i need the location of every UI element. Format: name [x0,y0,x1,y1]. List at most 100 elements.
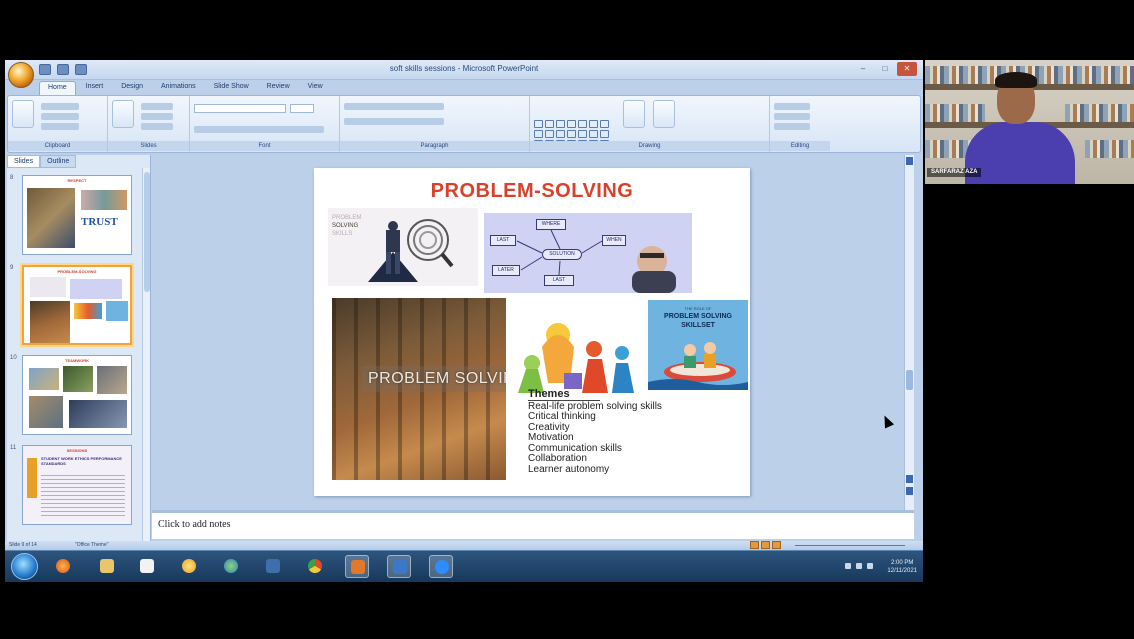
explorer-taskbar-icon[interactable] [95,555,119,578]
font-size-box[interactable] [290,104,315,113]
window-title: soft skills sessions - Microsoft PowerPo… [389,64,539,73]
minimize-button[interactable]: – [853,62,873,76]
office-button[interactable] [8,62,34,88]
paint-taskbar-icon[interactable] [177,555,201,578]
font-group: Font [190,96,340,152]
powerpoint-taskbar-icon[interactable] [345,555,369,578]
pane-tabs: Slides Outline [7,155,150,168]
find-button[interactable] [774,103,810,110]
scroll-up-arrow[interactable] [906,157,913,165]
clock-time: 2:00 PM [891,560,914,566]
thumbnail-title: SESSIONS [66,448,88,453]
select-button[interactable] [774,123,810,130]
scrollbar-thumb[interactable] [906,370,913,390]
slideshow-taskbar-icon[interactable] [387,555,411,578]
new-slide-button[interactable] [112,100,134,128]
editing-group: Editing [770,96,830,152]
slide-show-button[interactable] [772,541,781,549]
layout-button[interactable] [141,103,174,110]
problem-solving-skillset-image[interactable]: THE ROLE OF PROBLEM SOLVING SKILLSET [648,300,748,390]
slide-vertical-scrollbar[interactable] [904,155,914,510]
volume-icon[interactable] [856,563,862,569]
align-buttons[interactable] [344,118,444,125]
slide-editing-area: PROBLEM-SOLVING PROBLEM SOLVING SKILLS W… [152,155,914,510]
chrome-taskbar-icon[interactable] [303,555,327,578]
participant-name: SARFARAZ AZA [927,168,982,177]
tab-view[interactable]: View [300,81,331,95]
document-taskbar-icon[interactable] [135,555,159,578]
browser-taskbar-icon[interactable] [219,555,243,578]
previous-slide-button[interactable] [906,475,913,483]
ribbon-tabs: Home Insert Design Animations Slide Show… [39,81,331,95]
delete-slide-button[interactable] [141,123,174,130]
colorful-figures-puzzle-illustration[interactable] [512,313,642,398]
drawing-label: Drawing [530,141,769,151]
tab-slide-show[interactable]: Slide Show [206,81,257,95]
flowchart-connectors [516,229,676,293]
slide-number: 9 [10,265,14,271]
slides-group: Slides [108,96,190,152]
format-painter-button[interactable] [41,123,80,130]
problem-solving-skills-image[interactable]: PROBLEM SOLVING SKILLS [328,208,478,286]
firefox-taskbar-icon[interactable] [51,555,75,578]
close-button[interactable]: ✕ [897,62,917,76]
maximize-button[interactable]: □ [875,62,895,76]
problem-solving-autumn-photo[interactable]: PROBLEM SOLVING [332,298,506,480]
skillset-boat-illustration [648,342,748,390]
theme-item: Collaboration [528,453,587,464]
thumbnail-subtitle: STUDENT WORK ETHICS PERFORMANCE STANDARD… [41,456,122,466]
copy-button[interactable] [41,113,80,120]
scrollbar-thumb[interactable] [144,172,150,292]
tab-design[interactable]: Design [113,81,151,95]
replace-button[interactable] [774,113,810,120]
font-format-buttons[interactable] [194,126,324,133]
thumbnail-title: PROBLEM-SOLVING [57,269,97,274]
tab-slides[interactable]: Slides [7,155,41,168]
tab-insert[interactable]: Insert [78,81,112,95]
slide-thumbnail-9[interactable]: PROBLEM-SOLVING [22,265,132,345]
slide-sorter-button[interactable] [761,541,770,549]
slides-pane-scrollbar[interactable] [142,168,150,541]
notes-placeholder[interactable]: Click to add notes [158,519,231,530]
clock-date: 12/11/2021 [887,568,917,574]
thumbnail-title: TEAMWORK [65,358,89,363]
flag-icon[interactable] [867,563,873,569]
title-bar: soft skills sessions - Microsoft PowerPo… [5,60,923,88]
system-tray-icons [845,563,873,569]
media-taskbar-icon[interactable] [261,555,285,578]
system-clock[interactable]: 2:00 PM 12/11/2021 [887,559,917,575]
theme-item: Motivation [528,432,574,443]
zoom-taskbar-icon[interactable] [429,555,453,578]
theme-item: Critical thinking [528,411,596,422]
view-buttons [750,541,781,549]
paragraph-label: Paragraph [340,141,529,151]
powerpoint-window: soft skills sessions - Microsoft PowerPo… [5,60,923,582]
slide-title[interactable]: PROBLEM-SOLVING [314,180,750,203]
presenter-body [965,122,1075,184]
zoom-slider[interactable] [795,545,905,546]
font-name-box[interactable] [194,104,286,113]
slide-thumbnail-11[interactable]: SESSIONS STUDENT WORK ETHICS PERFORMANCE… [22,445,132,525]
thumbnail-title: RESPECT [67,178,87,183]
tab-review[interactable]: Review [259,81,298,95]
themes-list[interactable]: Themes Real-life problem solving skills … [528,389,738,475]
list-buttons[interactable] [344,103,444,110]
slide-thumbnail-8[interactable]: RESPECT TRUST [22,175,132,255]
current-slide[interactable]: PROBLEM-SOLVING PROBLEM SOLVING SKILLS W… [314,168,750,496]
slide-thumbnail-10[interactable]: TEAMWORK [22,355,132,435]
tab-home[interactable]: Home [39,81,76,95]
quick-styles-button[interactable] [652,100,675,128]
cut-button[interactable] [41,103,80,110]
network-icon[interactable] [845,563,851,569]
reset-button[interactable] [141,113,174,120]
notes-pane[interactable]: Click to add notes [152,510,914,539]
tab-outline[interactable]: Outline [40,155,77,168]
tab-animations[interactable]: Animations [153,81,204,95]
start-button[interactable] [11,553,38,580]
solution-flowchart-image[interactable]: WHERE LAST WHEN SOLUTION LATER LAST [484,213,692,293]
next-slide-button[interactable] [906,487,913,495]
normal-view-button[interactable] [750,541,759,549]
slide-number: 11 [10,445,17,451]
arrange-button[interactable] [623,100,646,128]
paste-button[interactable] [12,100,34,128]
